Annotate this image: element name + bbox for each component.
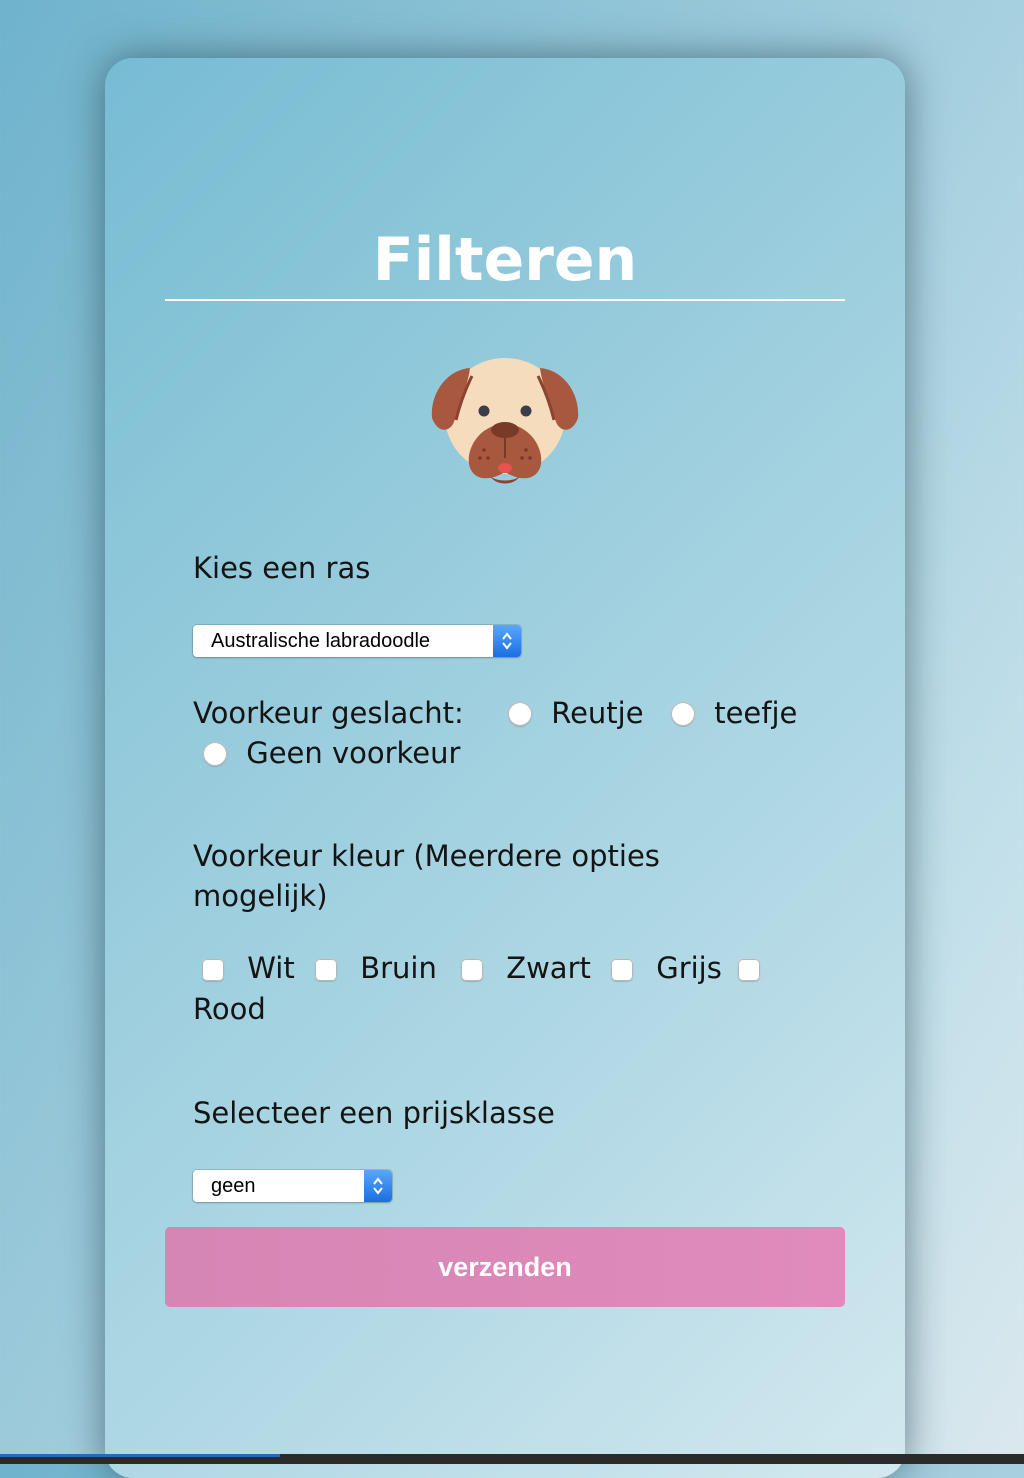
window-bottom-bar: [0, 1454, 1024, 1464]
gender-label: Voorkeur geslacht:: [193, 696, 464, 730]
price-label: Selecteer een prijsklasse: [193, 1096, 555, 1130]
dog-face-icon: [431, 358, 579, 484]
filter-card: Filteren Kies een ras Australische labra…: [105, 58, 905, 1478]
radio-geen-voorkeur[interactable]: [203, 742, 227, 766]
bottom-bar-accent: [0, 1454, 280, 1457]
color-option-rood-label[interactable]: Rood: [193, 989, 266, 1029]
checkbox-wit[interactable]: [202, 959, 224, 981]
submit-button[interactable]: verzenden: [165, 1227, 845, 1307]
color-option-grijs[interactable]: Grijs: [611, 948, 722, 988]
radio-teefje[interactable]: [671, 702, 695, 726]
title-divider: [165, 299, 845, 301]
select-arrows-icon: [364, 1170, 392, 1202]
checkbox-bruin[interactable]: [315, 959, 337, 981]
gender-option-teefje[interactable]: teefje: [671, 693, 797, 733]
price-select-value: geen: [211, 1174, 256, 1197]
checkbox-rood[interactable]: [738, 959, 760, 981]
checkbox-rood-wrap[interactable]: [738, 948, 760, 988]
breed-label: Kies een ras: [193, 551, 371, 585]
gender-option-reutje[interactable]: Reutje: [508, 693, 644, 733]
page-title: Filteren: [372, 225, 638, 295]
color-option-wit[interactable]: Wit: [202, 948, 295, 988]
breed-select-value: Australische labradoodle: [211, 629, 431, 652]
checkbox-zwart[interactable]: [461, 959, 483, 981]
color-label-line2: mogelijk): [193, 879, 328, 913]
price-select[interactable]: geen: [193, 1170, 392, 1202]
radio-reutje[interactable]: [508, 702, 532, 726]
color-option-zwart[interactable]: Zwart: [461, 948, 591, 988]
select-arrows-icon: [493, 625, 521, 657]
color-option-bruin[interactable]: Bruin: [315, 948, 437, 988]
checkbox-grijs[interactable]: [611, 959, 633, 981]
color-label-line1: Voorkeur kleur (Meerdere opties: [193, 839, 660, 873]
gender-option-geen-voorkeur[interactable]: Geen voorkeur: [203, 733, 460, 773]
breed-select[interactable]: Australische labradoodle: [193, 625, 521, 657]
